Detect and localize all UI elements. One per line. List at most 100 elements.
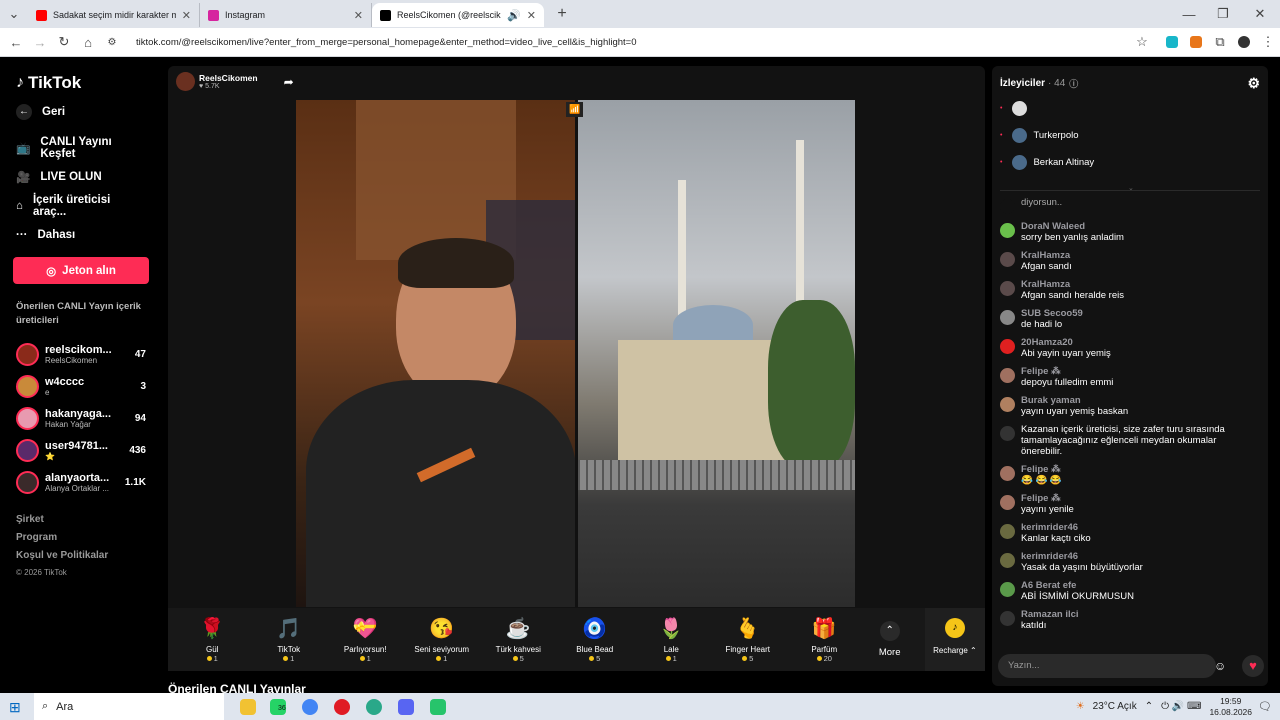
chrome-icon[interactable] — [302, 698, 318, 715]
gift-heart-button[interactable]: ♥ — [1242, 655, 1264, 677]
notification-icon[interactable]: 🗨 — [1258, 700, 1272, 713]
collapse-icon[interactable]: ⌄ — [1128, 184, 1134, 192]
sidebar-item-explore-live[interactable]: 📺 CANLI Yayını Keşfet — [0, 133, 162, 162]
chat-username[interactable]: DoraN Waleed — [1021, 221, 1124, 232]
bookmark-star-icon[interactable]: ☆ — [1130, 34, 1154, 50]
menu-icon[interactable]: ⋮ — [1256, 34, 1280, 50]
windows-start-icon[interactable]: ⊞ — [9, 699, 21, 716]
restore-button[interactable]: ❐ — [1206, 6, 1240, 22]
chat-avatar[interactable] — [1000, 582, 1015, 597]
chat-username[interactable]: Felipe ⁂ — [1021, 366, 1113, 377]
chat-input[interactable]: Yazın... — [998, 654, 1216, 678]
chat-username[interactable]: Felipe ⁂ — [1021, 464, 1062, 475]
taskbar-search[interactable]: ⌕ Ara — [34, 693, 224, 720]
chat-username[interactable]: Burak yaman — [1021, 395, 1128, 406]
gift-item[interactable]: 🫰 Finger Heart 5 — [710, 616, 787, 663]
chat-avatar[interactable] — [1000, 310, 1015, 325]
gift-item[interactable]: 🧿 Blue Bead 5 — [557, 616, 634, 663]
reload-icon[interactable]: ↻ — [52, 34, 76, 50]
profile-avatar[interactable] — [1238, 36, 1250, 48]
chevron-up-icon[interactable]: ⌃ — [1145, 701, 1153, 712]
chat-username[interactable]: kerimrider46 — [1021, 522, 1091, 533]
viewer-item[interactable]: • — [992, 95, 1268, 122]
suggested-creator[interactable]: w4cccc e 3 — [0, 370, 162, 402]
chat-avatar[interactable] — [1000, 524, 1015, 539]
info-icon[interactable]: ⓘ — [1069, 77, 1078, 90]
get-coins-button[interactable]: ◎ Jeton alın — [13, 257, 149, 284]
footer-company-link[interactable]: Şirket — [0, 514, 162, 532]
chat-avatar[interactable] — [1000, 426, 1015, 441]
close-icon[interactable]: ✕ — [527, 9, 536, 22]
chat-avatar[interactable] — [1000, 252, 1015, 267]
more-gifts-button[interactable]: ⌃ More — [863, 621, 917, 658]
recharge-button[interactable]: ♪ Recharge ⌃ — [924, 608, 985, 671]
file-explorer-icon[interactable] — [240, 698, 256, 715]
browser-tab-tiktok[interactable]: ReelsCikomen (@reelscikom 🔊 ✕ — [372, 3, 544, 27]
back-icon[interactable]: ← — [4, 35, 28, 50]
gift-item[interactable]: 🌹 Gül 1 — [174, 616, 251, 663]
chat-avatar[interactable] — [1000, 553, 1015, 568]
browser-tab-youtube[interactable]: Sadakat seçim midir karakter mi ✕ — [28, 3, 200, 27]
new-tab-button[interactable]: + — [550, 5, 574, 23]
settings-icon[interactable]: ⚙ — [1247, 75, 1260, 92]
chat-avatar[interactable] — [1000, 466, 1015, 481]
extension-icon[interactable] — [1166, 36, 1178, 48]
window-close-button[interactable]: ✕ — [1240, 6, 1280, 22]
audio-icon[interactable]: 🔊 — [507, 9, 521, 22]
sidebar-item-more[interactable]: ··· Dahası — [0, 220, 162, 249]
tray-icons[interactable]: ⏻ 🔊 ⌨ — [1161, 701, 1201, 712]
tab-list-icon[interactable]: ⌄ — [0, 6, 28, 22]
gift-item[interactable]: 🌷 Lale 1 — [633, 616, 710, 663]
chat-avatar[interactable] — [1000, 223, 1015, 238]
chat-username[interactable]: kerimrider46 — [1021, 551, 1143, 562]
viewer-item[interactable]: • Turkerpolo — [992, 122, 1268, 149]
suggested-creator[interactable]: alanyaorta... Alanya Ortaklar ... 1.1K — [0, 466, 162, 498]
back-link[interactable]: ← Geri — [0, 97, 162, 126]
home-icon[interactable]: ⌂ — [76, 35, 100, 50]
suggested-creator[interactable]: user94781... ⭐ 436 — [0, 434, 162, 466]
extensions-puzzle-icon[interactable]: ⧉ — [1208, 34, 1232, 50]
chat-avatar[interactable] — [1000, 199, 1015, 214]
chat-username[interactable]: Ramazan ilci — [1021, 609, 1079, 620]
emoji-icon[interactable]: ☺ — [1214, 659, 1226, 673]
browser-tab-instagram[interactable]: Instagram ✕ — [200, 3, 372, 27]
chat-avatar[interactable] — [1000, 611, 1015, 626]
footer-program-link[interactable]: Program — [0, 532, 162, 550]
close-icon[interactable]: ✕ — [354, 9, 363, 22]
app-icon[interactable] — [430, 698, 446, 715]
gift-item[interactable]: 😘 Seni seviyorum 1 — [404, 616, 481, 663]
suggested-creator[interactable]: hakanyaga... Hakan Yağar 94 — [0, 402, 162, 434]
chat-avatar[interactable] — [1000, 397, 1015, 412]
gift-item[interactable]: ☕ Türk kahvesi 5 — [480, 616, 557, 663]
gift-item[interactable]: 🎁 Parfüm 20 — [786, 616, 863, 663]
opera-icon[interactable] — [334, 698, 350, 715]
site-info-icon[interactable]: ⚙ — [100, 37, 124, 48]
extension-icon[interactable] — [1190, 36, 1202, 48]
viewer-item[interactable]: • Berkan Altinay — [992, 149, 1268, 176]
live-video[interactable]: 📶 — [296, 100, 855, 607]
vpn-icon[interactable] — [366, 698, 382, 715]
sidebar-item-go-live[interactable]: 🎥 LIVE OLUN — [0, 162, 162, 191]
url-field[interactable]: tiktok.com/@reelscikomen/live?enter_from… — [136, 37, 1130, 48]
discord-icon[interactable] — [398, 698, 414, 715]
share-icon[interactable]: ➦ — [284, 75, 294, 89]
chat-username[interactable]: 20Hamza20 — [1021, 337, 1111, 348]
clock[interactable]: 19:59 16.08.2026 — [1209, 696, 1252, 718]
chat-avatar[interactable] — [1000, 368, 1015, 383]
chat-avatar[interactable] — [1000, 339, 1015, 354]
chat-avatar[interactable] — [1000, 281, 1015, 296]
tiktok-logo[interactable]: ♪ TikTok — [0, 57, 162, 95]
chat-username[interactable]: Felipe ⁂ — [1021, 493, 1074, 504]
minimize-button[interactable]: — — [1172, 7, 1206, 22]
host-avatar[interactable] — [176, 72, 195, 91]
gift-item[interactable]: 💝 Parlıyorsun! 1 — [327, 616, 404, 663]
whatsapp-icon[interactable]: 36 — [270, 698, 286, 715]
chat-username[interactable]: A6 Berat efe — [1021, 580, 1134, 591]
close-icon[interactable]: ✕ — [182, 9, 191, 22]
chat-username[interactable]: KralHamza — [1021, 279, 1124, 290]
chat-avatar[interactable] — [1000, 495, 1015, 510]
gift-item[interactable]: 🎵 TikTok 1 — [251, 616, 328, 663]
chat-username[interactable]: KralHamza — [1021, 250, 1072, 261]
suggested-creator[interactable]: reelscikom... ReelsCikomen 47 — [0, 338, 162, 370]
forward-icon[interactable]: → — [28, 35, 52, 50]
